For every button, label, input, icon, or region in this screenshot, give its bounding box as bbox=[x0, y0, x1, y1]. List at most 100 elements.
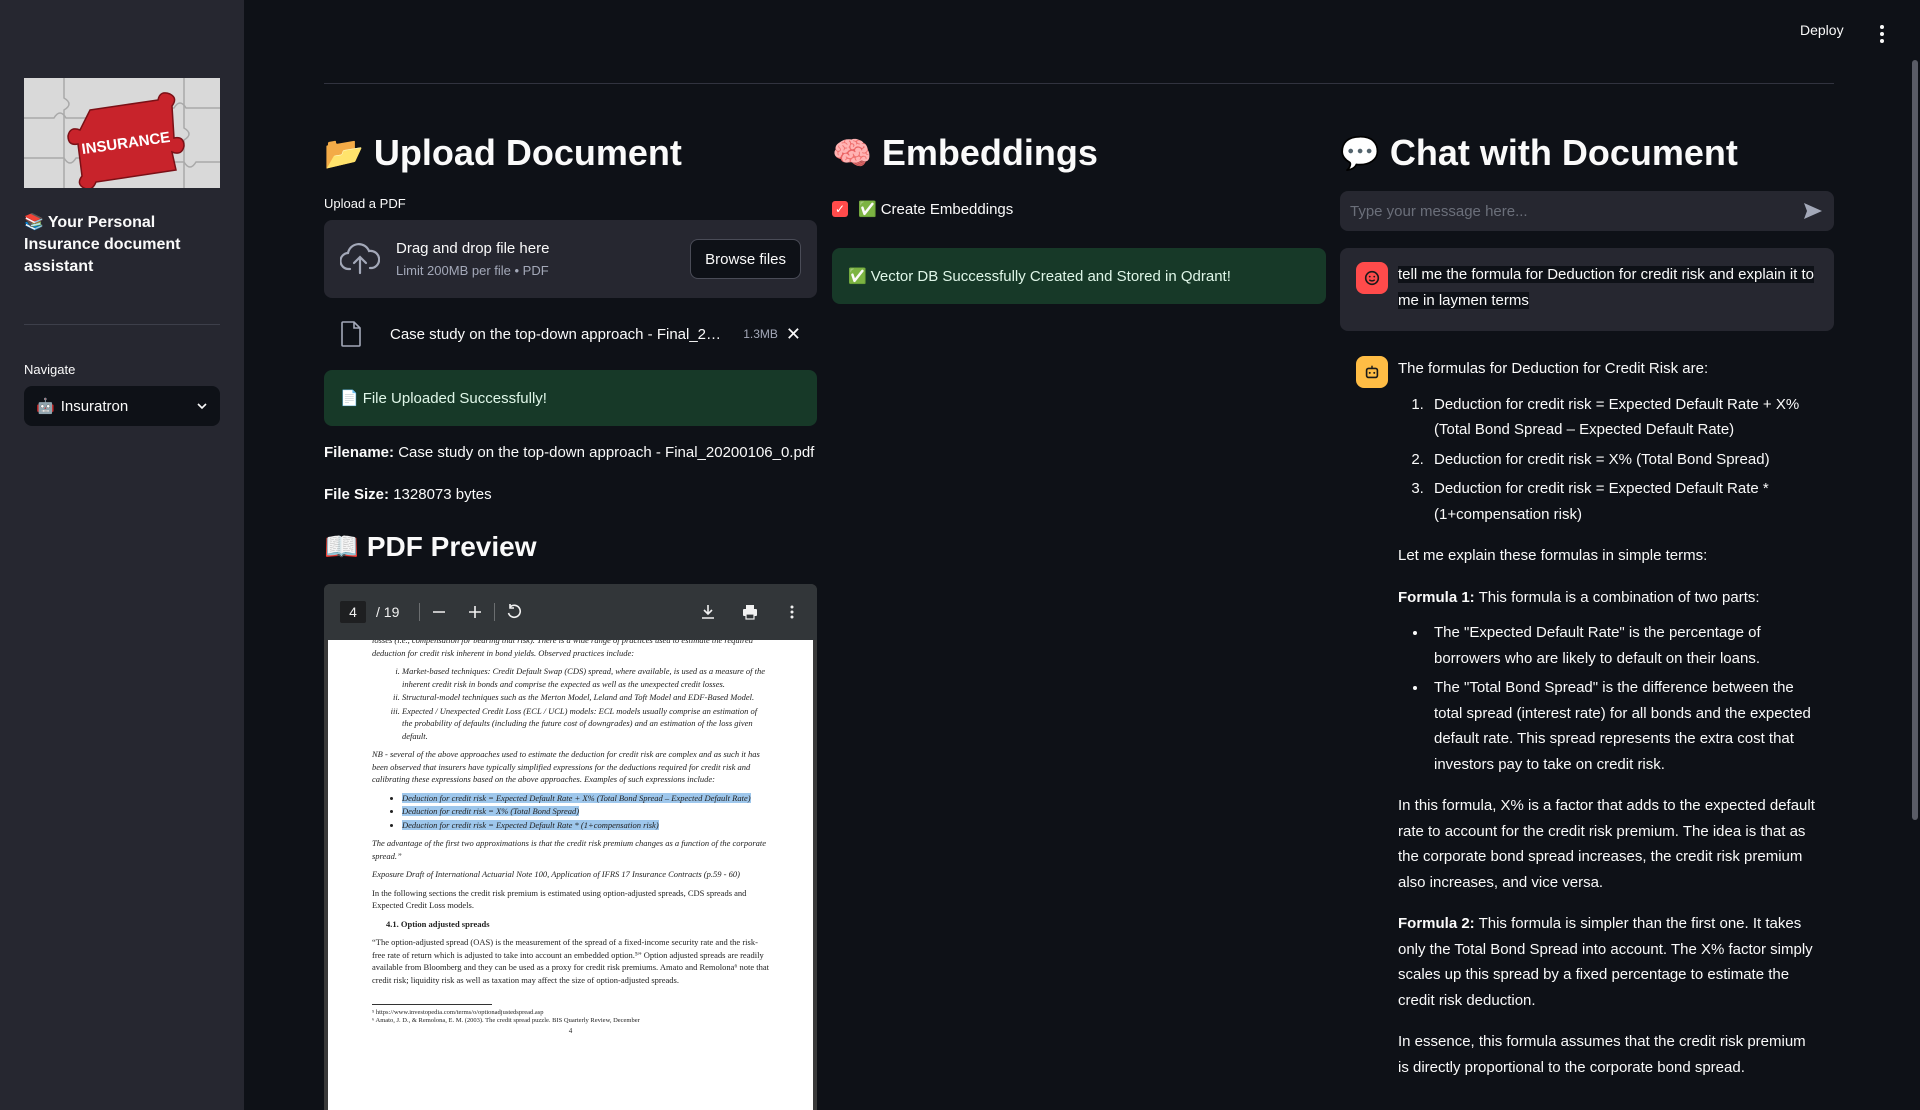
send-icon[interactable] bbox=[1802, 200, 1824, 222]
pdf-page: losses (i.e., compensation for bearing t… bbox=[328, 640, 813, 1110]
pdf-text: In the following sections the credit ris… bbox=[372, 887, 747, 911]
create-embeddings-checkbox[interactable]: ✓ ✅ Create Embeddings bbox=[832, 200, 1013, 218]
print-icon[interactable] bbox=[741, 603, 759, 621]
upload-column: 📂 Upload Document Upload a PDF Drag and … bbox=[324, 130, 817, 1110]
dropzone-title: Drag and drop file here bbox=[396, 240, 550, 257]
pdf-text: The advantage of the first two approxima… bbox=[372, 838, 767, 861]
formula-1-paragraph: Formula 1: This formula is a combination… bbox=[1398, 585, 1818, 611]
pdf-preview-heading-text: PDF Preview bbox=[366, 530, 537, 562]
user-message-text: tell me the formula for Deduction for cr… bbox=[1398, 262, 1818, 317]
deploy-button[interactable]: Deploy bbox=[1800, 22, 1844, 38]
navigate-select[interactable]: 🤖 Insuratron bbox=[24, 386, 220, 426]
user-avatar-icon bbox=[1356, 262, 1388, 294]
pdf-list-item: Expected / Unexpected Credit Loss (ECL /… bbox=[402, 705, 769, 743]
sidebar: INSURANCE 📚 Your Personal Insurance docum… bbox=[0, 0, 244, 1110]
check-mark-icon: ✅ bbox=[848, 268, 867, 285]
sidebar-logo: INSURANCE bbox=[24, 78, 220, 188]
formula-1-bullets: The "Expected Default Rate" is the perce… bbox=[1428, 620, 1818, 777]
toolbar-separator bbox=[494, 603, 496, 621]
filename-value: Case study on the top-down approach - Fi… bbox=[398, 444, 815, 461]
pdf-page-number: 4 bbox=[568, 1027, 573, 1035]
upload-success-text: File Uploaded Successfully! bbox=[362, 389, 547, 407]
bullet-item: The "Total Bond Spread" is the differenc… bbox=[1428, 675, 1818, 777]
rotate-icon[interactable] bbox=[505, 603, 523, 621]
pdf-text: “The option-adjusted spread (OAS) is the… bbox=[372, 937, 770, 985]
document-icon: 📄 bbox=[340, 390, 359, 407]
scrollbar[interactable] bbox=[1912, 60, 1918, 820]
page-total: / 19 bbox=[376, 604, 400, 620]
download-icon[interactable] bbox=[699, 603, 717, 621]
check-mark-icon: ✅ bbox=[858, 201, 877, 218]
header-divider bbox=[324, 83, 1834, 84]
upload-label: Upload a PDF bbox=[324, 196, 406, 211]
app-root: INSURANCE 📚 Your Personal Insurance docum… bbox=[0, 0, 1920, 1110]
remove-file-icon[interactable]: ✕ bbox=[786, 324, 801, 345]
formula-2-summary: In essence, this formula assumes that th… bbox=[1398, 1033, 1806, 1076]
bot-intro: The formulas for Deduction for Credit Ri… bbox=[1398, 360, 1709, 377]
embeddings-heading-text: Embeddings bbox=[881, 132, 1098, 173]
user-message: tell me the formula for Deduction for cr… bbox=[1340, 248, 1834, 331]
navigate-selected-value: Insuratron bbox=[60, 397, 129, 415]
pdf-viewer[interactable]: 4 / 19 losses (i.e., compensation for be… bbox=[324, 584, 817, 1110]
assistant-message: The formulas for Deduction for Credit Ri… bbox=[1340, 342, 1834, 1110]
upload-heading-text: Upload Document bbox=[373, 132, 682, 173]
formula-2-label: Formula 2: bbox=[1398, 915, 1475, 932]
formula-item: Deduction for credit risk = X% (Total Bo… bbox=[1428, 447, 1818, 473]
main-menu-icon[interactable] bbox=[1872, 22, 1892, 46]
zoom-in-icon[interactable] bbox=[466, 603, 484, 621]
sidebar-title-text: Your Personal Insurance document assista… bbox=[24, 214, 181, 275]
insurance-puzzle-image: INSURANCE bbox=[24, 78, 220, 188]
navigate-label: Navigate bbox=[24, 362, 76, 377]
dropzone-limit: Limit 200MB per file • PDF bbox=[396, 263, 549, 278]
assistant-message-text: The formulas for Deduction for Credit Ri… bbox=[1398, 356, 1818, 1096]
browse-files-button[interactable]: Browse files bbox=[690, 239, 801, 279]
zoom-out-icon[interactable] bbox=[430, 603, 448, 621]
chat-heading: 💬 Chat with Document bbox=[1340, 130, 1834, 176]
pdf-highlight: Deduction for credit risk = X% (Total Bo… bbox=[402, 806, 580, 816]
footnote: ⁵ https://www.investopedia.com/terms/o/o… bbox=[372, 1009, 544, 1016]
pdf-highlight: Deduction for credit risk = Expected Def… bbox=[402, 792, 751, 803]
speech-bubble-icon: 💬 bbox=[1340, 135, 1380, 171]
checkbox-checked-icon[interactable]: ✓ bbox=[832, 201, 848, 217]
upload-success-alert: 📄 File Uploaded Successfully! bbox=[324, 370, 817, 426]
chat-message-input[interactable] bbox=[1350, 202, 1802, 220]
books-icon: 📚 bbox=[24, 214, 44, 231]
footnote: ⁶ Amato, J. D., & Remolona, E. M. (2003)… bbox=[372, 1017, 640, 1024]
pdf-text: losses (i.e., compensation for bearing t… bbox=[372, 640, 754, 658]
pdf-toolbar: 4 / 19 bbox=[324, 584, 817, 640]
chevron-down-icon bbox=[197, 403, 207, 410]
formula-item: Deduction for credit risk = Expected Def… bbox=[1428, 476, 1818, 527]
chat-column: 💬 Chat with Document tell me the formula… bbox=[1340, 130, 1834, 1110]
bot-explain: Let me explain these formulas in simple … bbox=[1398, 547, 1708, 564]
formula-1-label: Formula 1: bbox=[1398, 588, 1475, 606]
formula-item: Deduction for credit risk = Expected Def… bbox=[1428, 392, 1818, 443]
formula-2-paragraph: Formula 2: This formula is simpler than … bbox=[1398, 911, 1818, 1013]
dropzone-text: Drag and drop file here Limit 200MB per … bbox=[396, 240, 690, 278]
pdf-list: Market-based techniques: Credit Default … bbox=[402, 665, 769, 742]
chat-input-box bbox=[1340, 191, 1834, 231]
bot-avatar-icon bbox=[1356, 356, 1388, 388]
brain-icon: 🧠 bbox=[832, 135, 872, 171]
sidebar-title: 📚 Your Personal Insurance document assist… bbox=[24, 212, 224, 278]
toolbar-separator bbox=[419, 603, 421, 621]
pdf-more-icon[interactable] bbox=[783, 603, 801, 621]
uploaded-file-size: 1.3MB bbox=[743, 327, 778, 341]
upload-heading: 📂 Upload Document bbox=[324, 130, 817, 176]
bullet-item: The "Expected Default Rate" is the perce… bbox=[1428, 620, 1818, 671]
page-number-input[interactable]: 4 bbox=[340, 601, 366, 623]
open-book-icon: 📖 bbox=[324, 531, 359, 562]
footnote-rule bbox=[372, 1004, 492, 1005]
folder-icon: 📂 bbox=[324, 135, 364, 171]
vector-db-success-alert: ✅ Vector DB Successfully Created and Sto… bbox=[832, 248, 1326, 304]
filename-line: Filename: Case study on the top-down app… bbox=[324, 444, 814, 461]
embeddings-column: 🧠 Embeddings ✓ ✅ Create Embeddings ✅ Vec… bbox=[832, 130, 1326, 430]
vector-db-success-text: Vector DB Successfully Created and Store… bbox=[870, 267, 1231, 285]
uploaded-file-name: Case study on the top-down approach - Fi… bbox=[390, 325, 730, 343]
file-dropzone[interactable]: Drag and drop file here Limit 200MB per … bbox=[324, 220, 817, 298]
sidebar-divider bbox=[24, 324, 220, 325]
filesize-line: File Size: 1328073 bytes bbox=[324, 486, 492, 503]
pdf-preview-heading: 📖 PDF Preview bbox=[324, 530, 537, 563]
robot-icon: 🤖 bbox=[36, 398, 55, 415]
formula-1-text: This formula is a combination of two par… bbox=[1474, 588, 1760, 606]
create-embeddings-label: Create Embeddings bbox=[880, 200, 1014, 218]
